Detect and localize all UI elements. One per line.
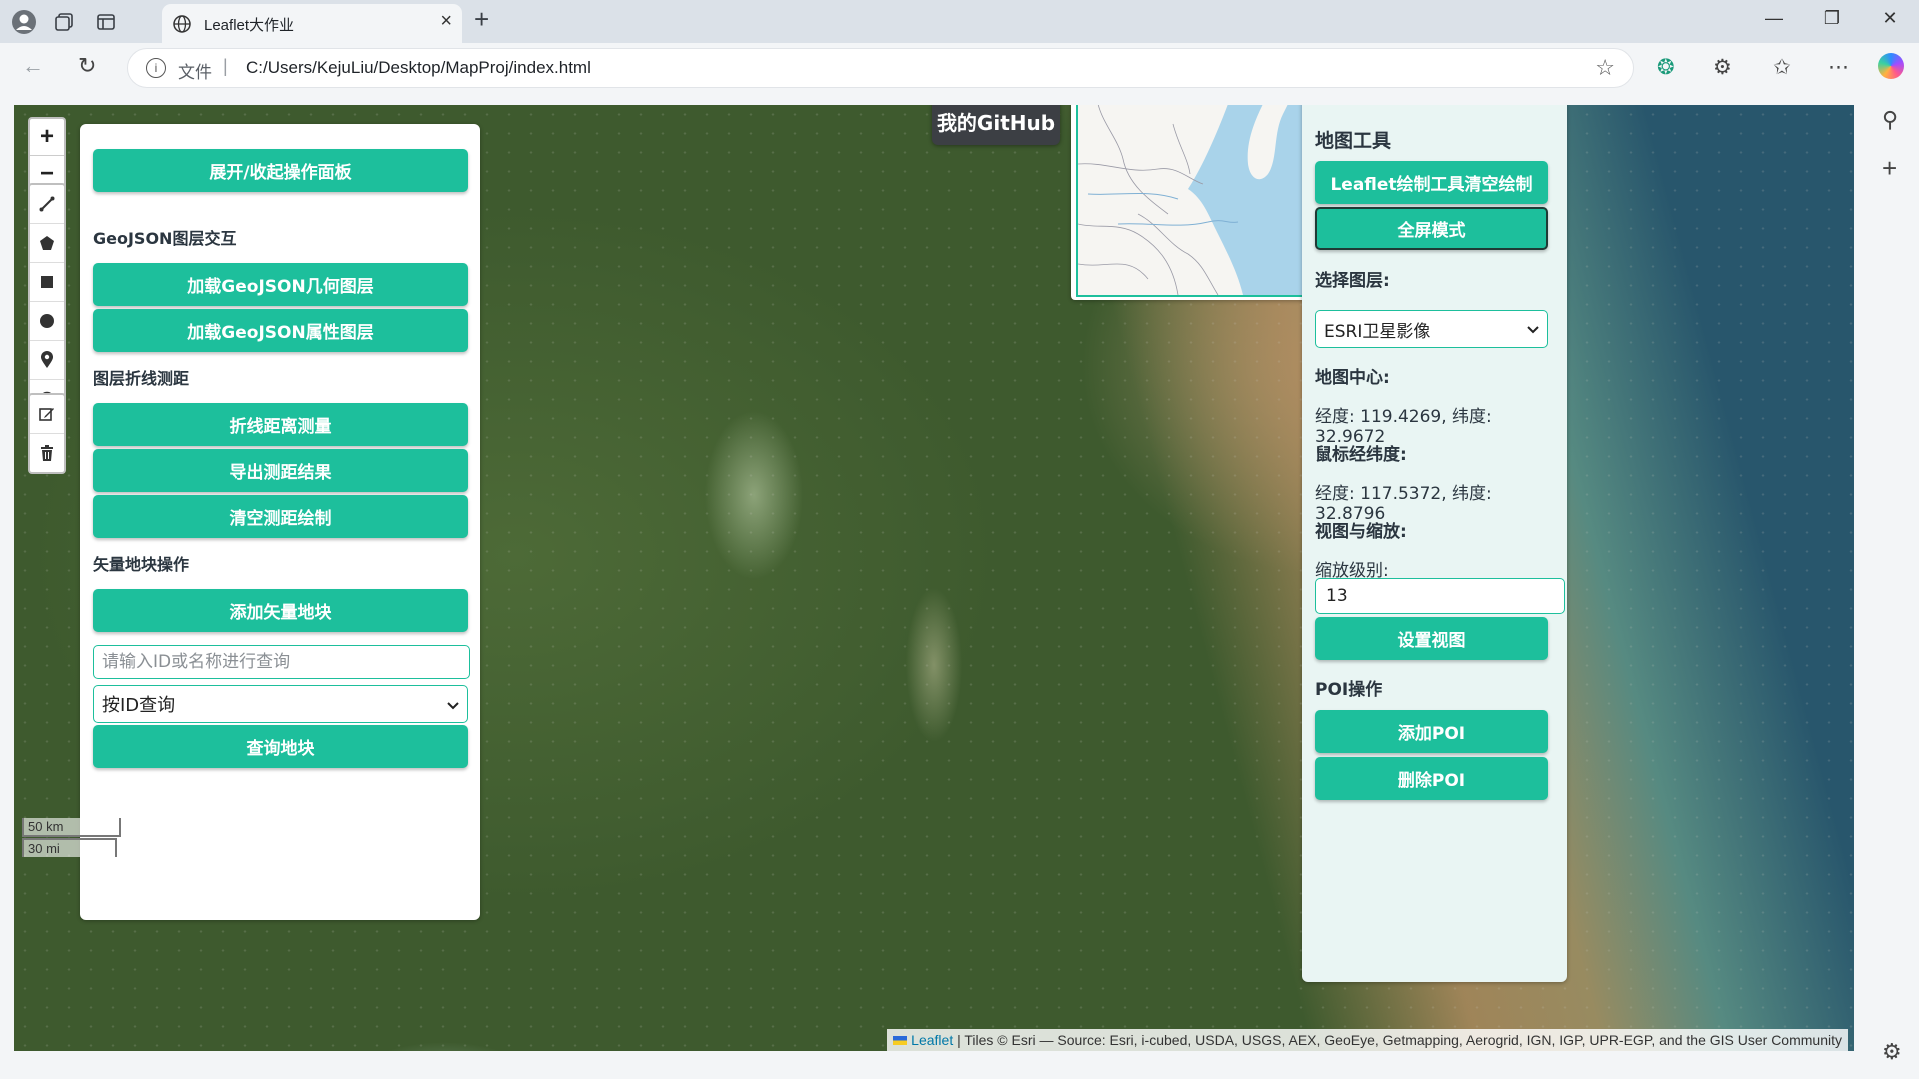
favorite-star-icon[interactable]: ☆: [1595, 55, 1615, 81]
new-tab-icon[interactable]: +: [474, 4, 489, 35]
zoom-level-input[interactable]: [1315, 578, 1565, 614]
polyline-measure-button[interactable]: 折线距离测量: [93, 403, 468, 446]
edit-toolbar: [28, 393, 66, 474]
search-icon[interactable]: ⚲: [1882, 107, 1898, 133]
vertical-tabs-icon[interactable]: [90, 6, 122, 38]
clear-draw-button[interactable]: Leaflet绘制工具清空绘制: [1315, 161, 1548, 204]
delete-poi-button[interactable]: 删除POI: [1315, 757, 1548, 800]
url-separator: |: [223, 56, 228, 76]
profile-icon[interactable]: [8, 6, 40, 38]
satellite-map[interactable]: + − 展开/收起操作面板 GeoJSON图层交互 加载GeoJSON几何图层 …: [14, 105, 1854, 1051]
scale-imperial: 30 mi: [22, 838, 117, 857]
extension-icon[interactable]: ❂: [1657, 55, 1675, 80]
add-poi-button[interactable]: 添加POI: [1315, 710, 1548, 753]
marker-icon[interactable]: [30, 341, 64, 380]
delete-icon[interactable]: [30, 434, 64, 472]
leaflet-link[interactable]: Leaflet: [911, 1032, 953, 1048]
minimap[interactable]: [1071, 105, 1339, 300]
measure-heading: 图层折线测距: [93, 369, 190, 388]
query-parcel-button[interactable]: 查询地块: [93, 725, 468, 768]
favorites-icon[interactable]: ✩: [1773, 55, 1791, 80]
map-attribution: Leaflet | Tiles © Esri — Source: Esri, i…: [887, 1029, 1848, 1051]
polyline-icon[interactable]: [30, 185, 64, 224]
rectangle-icon[interactable]: [30, 263, 64, 302]
poi-heading: POI操作: [1315, 680, 1383, 700]
close-tab-icon[interactable]: ×: [440, 10, 452, 33]
address-bar-row: ← ↻ i 文件 | C:/Users/KejuLiu/Desktop/MapP…: [0, 43, 1919, 93]
draw-toolbar: [28, 183, 66, 420]
workspaces-icon[interactable]: [48, 6, 80, 38]
left-operation-panel: 展开/收起操作面板 GeoJSON图层交互 加载GeoJSON几何图层 加载Ge…: [80, 124, 480, 920]
export-measure-button[interactable]: 导出测距结果: [93, 449, 468, 492]
parcel-query-input[interactable]: [93, 645, 470, 679]
layer-select-value: ESRI卫星影像: [1324, 321, 1431, 342]
query-mode-select[interactable]: 按ID查询: [93, 685, 468, 723]
refresh-icon[interactable]: ↻: [78, 53, 96, 79]
back-icon[interactable]: ←: [22, 53, 44, 79]
browser-sidebar: ⚲ + ⚙: [1869, 93, 1919, 1079]
url-box[interactable]: i 文件 | C:/Users/KejuLiu/Desktop/MapProj/…: [127, 48, 1634, 88]
chevron-down-icon: [447, 694, 459, 715]
query-mode-value: 按ID查询: [102, 695, 176, 716]
chevron-down-icon: [1527, 319, 1539, 339]
copilot-icon[interactable]: [1878, 53, 1904, 79]
set-view-button[interactable]: 设置视图: [1315, 617, 1548, 660]
map-tools-title: 地图工具: [1315, 130, 1392, 152]
page-viewport: + − 展开/收起操作面板 GeoJSON图层交互 加载GeoJSON几何图层 …: [0, 93, 1869, 1079]
load-geojson-attribute-button[interactable]: 加载GeoJSON属性图层: [93, 309, 468, 352]
active-tab[interactable]: Leaflet大作业 ×: [162, 4, 462, 43]
ukraine-flag-icon: [893, 1036, 908, 1045]
layer-select[interactable]: ESRI卫星影像: [1315, 310, 1548, 348]
view-zoom-heading: 视图与缩放:: [1315, 522, 1407, 542]
zoom-in-button[interactable]: +: [30, 119, 64, 156]
browser-tab-bar: Leaflet大作业 × + — ❐ ✕: [0, 0, 1919, 43]
vector-heading: 矢量地块操作: [93, 555, 190, 574]
info-icon[interactable]: i: [146, 58, 166, 78]
github-link[interactable]: 我的GitHub: [932, 105, 1060, 145]
center-heading: 地图中心:: [1315, 368, 1390, 388]
map-tools-panel: 地图工具 Leaflet绘制工具清空绘制 全屏模式 选择图层: ESRI卫星影像…: [1302, 105, 1567, 982]
layer-heading: 选择图层:: [1315, 271, 1390, 291]
polygon-icon[interactable]: [30, 224, 64, 263]
more-menu-icon[interactable]: ⋯: [1828, 55, 1849, 80]
fullscreen-button[interactable]: 全屏模式: [1315, 207, 1548, 250]
toggle-panel-button[interactable]: 展开/收起操作面板: [93, 149, 468, 192]
globe-icon: [172, 14, 192, 39]
url-protocol-label: 文件: [178, 63, 212, 82]
url-text[interactable]: C:/Users/KejuLiu/Desktop/MapProj/index.h…: [246, 58, 591, 78]
circle-marker-icon[interactable]: [30, 302, 64, 341]
mouse-coords-heading: 鼠标经纬度:: [1315, 445, 1407, 465]
add-sidebar-icon[interactable]: +: [1882, 153, 1897, 184]
scale-metric: 50 km: [22, 818, 121, 837]
extensions-puzzle-icon[interactable]: ⚙: [1713, 55, 1732, 80]
minimize-icon[interactable]: —: [1754, 8, 1794, 29]
clear-measure-button[interactable]: 清空测距绘制: [93, 495, 468, 538]
load-geojson-geometry-button[interactable]: 加载GeoJSON几何图层: [93, 263, 468, 306]
tiles-attribution: | Tiles © Esri — Source: Esri, i-cubed, …: [953, 1032, 1842, 1048]
edit-icon[interactable]: [30, 395, 64, 434]
tab-title: Leaflet大作业: [204, 17, 295, 34]
settings-icon[interactable]: ⚙: [1882, 1039, 1902, 1065]
minimap-view[interactable]: [1076, 105, 1336, 297]
window-close-icon[interactable]: ✕: [1870, 8, 1910, 29]
restore-icon[interactable]: ❐: [1812, 8, 1852, 29]
geojson-heading: GeoJSON图层交互: [93, 229, 237, 248]
add-vector-parcel-button[interactable]: 添加矢量地块: [93, 589, 468, 632]
